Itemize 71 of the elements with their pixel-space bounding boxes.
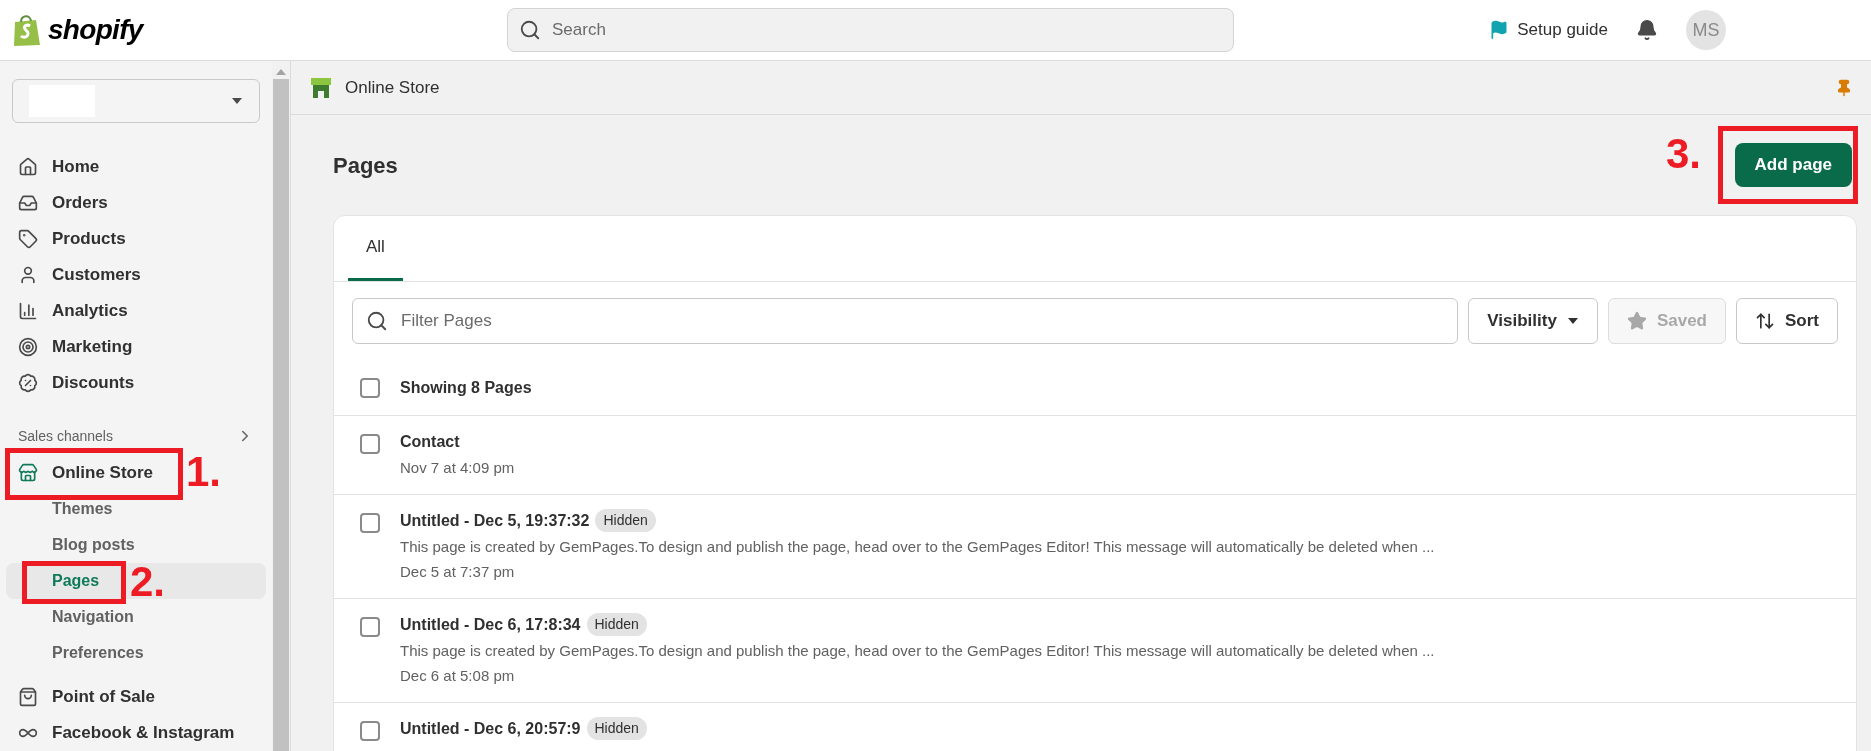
search-icon [366,310,388,332]
sidebar-item[interactable]: Point of Sale [6,684,167,710]
sidebar-item[interactable]: Discounts [6,370,147,396]
checkbox[interactable] [360,616,380,637]
search-icon [519,19,541,41]
tab[interactable]: All [348,215,403,281]
tag-icon [18,229,38,249]
sidebar-item[interactable]: Home [6,154,112,180]
person-icon [18,265,38,285]
sidebar-item[interactable]: Customers [6,262,153,288]
step-number: 2. [130,557,166,607]
page-title-text[interactable]: Untitled - Dec 5, 19:37:32 [400,508,590,533]
sidebar-item[interactable]: Marketing [6,334,145,360]
step-number: 3. [1666,129,1702,179]
sidebar-item[interactable]: Analytics [6,298,140,324]
checkbox[interactable] [360,434,380,454]
page-title-text[interactable]: Contact [400,430,460,454]
step-number: 1. [186,447,222,497]
scroll-up-arrow-icon [276,69,286,75]
sidebar-subitem[interactable]: Pages [44,569,108,593]
page-title: Pages [333,151,398,180]
shopping-bag-logo-icon [12,13,42,47]
status-badge: Hidden [586,717,647,740]
list-count: Showing 8 Pages [400,377,532,398]
status-badge: Hidden [595,509,656,532]
page-date: Dec 5 at 7:37 pm [400,562,516,582]
status-badge: Hidden [586,613,647,636]
sidebar-item[interactable]: Orders [6,190,120,216]
bell-icon[interactable] [1636,19,1658,41]
page-row[interactable]: Untitled - Dec 6, 20:57:9 Hidden [334,702,1856,751]
sidebar-subitem[interactable]: Preferences [44,641,152,665]
caret-icon [231,97,243,105]
page-title-text[interactable]: Untitled - Dec 6, 20:57:9 [400,716,581,741]
page-date: Dec 6 at 5:08 pm [400,666,516,686]
store-icon [18,463,38,483]
caret-icon [1566,317,1579,325]
home-icon [18,157,38,177]
inbox-icon [18,193,38,213]
bar-chart-icon [18,301,38,321]
sidebar-subitem[interactable]: Blog posts [44,533,143,557]
pin-icon[interactable] [1835,78,1853,97]
sidebar-subitem[interactable]: Themes [44,497,121,521]
add-page-button[interactable]: Add page [1734,143,1852,187]
breadcrumb-text[interactable]: Online Store [345,74,440,101]
sidebar-item[interactable]: Facebook & Instagram [6,720,247,746]
store-icon [309,75,333,100]
page-title-text[interactable]: Untitled - Dec 6, 17:8:34 [400,612,581,637]
sort-arrows-icon [1755,311,1775,331]
page-date: Nov 7 at 4:09 pm [400,458,515,478]
checkbox[interactable] [360,512,380,533]
target-icon [18,337,38,357]
search-field[interactable]: Search [507,8,1234,52]
percent-badge-icon [18,373,38,393]
checkbox[interactable] [360,377,380,398]
page-row[interactable]: Contact Nov 7 at 4:09 pm [334,416,1856,495]
page-description: This page is created by GemPages.To design and publish the page, head over to the GemPages Editor! This message will automatically be deleted when ... [400,536,1435,557]
section-title: Sales channels [18,426,113,446]
checkbox[interactable] [360,720,380,741]
setup-guide-link[interactable]: Setup guide [1489,17,1608,43]
shopping-bag-icon [18,687,38,707]
sidebar-item[interactable]: Online Store [6,460,166,486]
sort-button[interactable]: Sort [1736,298,1838,344]
filter-field[interactable]: Filter Pages [352,298,1459,344]
flag-icon [1489,20,1510,40]
star-icon [1626,311,1647,331]
sidebar-subitem[interactable]: Navigation [44,605,142,629]
page-description: This page is created by GemPages.To design and publish the page, head over to the GemPages Editor! This message will automatically be deleted when ... [400,640,1435,661]
dropdown-button[interactable]: Visibility [1468,298,1598,344]
sidebar-item[interactable]: Products [6,226,138,252]
logo-text: shopify [48,13,143,47]
page-row[interactable]: Untitled - Dec 6, 17:8:34 Hidden This page is created by GemPages.To design and publish the page, head over to the GemPages Editor! This message will automatically be deleted when ... Dec 6 at 5:08 pm [334,598,1856,703]
